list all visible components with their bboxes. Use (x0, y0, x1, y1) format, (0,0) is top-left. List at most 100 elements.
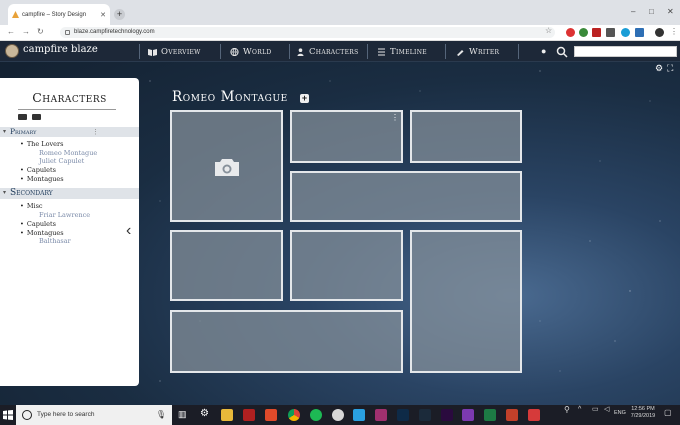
microphone-icon[interactable]: 🎙 (156, 405, 166, 425)
group-header-secondary[interactable]: Secondary (0, 188, 139, 199)
search-input[interactable] (574, 46, 677, 57)
group-menu-icon[interactable]: ⋮ (92, 127, 99, 137)
info-tile[interactable] (410, 230, 522, 373)
taskbar-app-icon[interactable] (462, 409, 474, 421)
url-text: blaze.campfiretechnology.com (74, 29, 155, 35)
account-icon[interactable]: ● (541, 46, 546, 56)
list-item[interactable]: Montagues (20, 175, 64, 183)
people-icon[interactable]: ⚲ (564, 406, 570, 414)
taskbar-app-icon[interactable] (332, 409, 344, 421)
nav-characters[interactable]: Characters (296, 41, 359, 62)
tile-menu-icon[interactable]: ⋮ (391, 113, 399, 122)
nav-writer-label: Writer (469, 46, 500, 57)
info-tile[interactable] (170, 310, 403, 373)
clock-date: 7/29/2019 (630, 413, 656, 419)
list-item[interactable]: Capulets (20, 166, 56, 174)
extension-icon[interactable] (592, 28, 601, 37)
new-tab-button[interactable]: + (114, 9, 125, 20)
nav-divider (220, 44, 221, 59)
add-button[interactable]: + (300, 94, 309, 103)
campfire-favicon-icon (12, 11, 19, 18)
nav-overview[interactable]: Overview (148, 41, 201, 62)
list-item[interactable]: Misc (20, 202, 43, 210)
language-indicator[interactable]: ENG (614, 410, 626, 417)
premiere-icon[interactable] (441, 409, 453, 421)
volume-icon[interactable]: ◁ (604, 406, 609, 413)
info-tile[interactable] (170, 230, 283, 301)
taskbar-search-placeholder: Type here to search (37, 411, 95, 418)
back-icon[interactable]: ← (7, 27, 15, 36)
fullscreen-icon[interactable]: ⛶ (667, 63, 673, 74)
lock-icon (65, 30, 70, 35)
book-icon (148, 48, 157, 56)
extension-icon[interactable] (621, 28, 630, 37)
info-tile[interactable] (410, 110, 522, 163)
notification-icon[interactable]: ▢ (664, 409, 672, 417)
taskbar-search-input[interactable]: Type here to search 🎙 (16, 405, 172, 425)
powerpoint-icon[interactable] (506, 409, 518, 421)
profile-avatar[interactable] (655, 28, 664, 37)
nav-writer[interactable]: Writer (456, 41, 499, 62)
person-icon (297, 47, 304, 56)
extension-icon[interactable] (566, 28, 575, 37)
bookmark-star-icon[interactable]: ☆ (545, 26, 552, 35)
divider (18, 109, 116, 110)
group-label: Primary (10, 127, 37, 136)
character-item[interactable]: Juliet Capulet (39, 157, 84, 165)
sidebar-tool-button[interactable] (32, 114, 41, 120)
chrome-icon[interactable] (288, 409, 300, 421)
close-tab-icon[interactable]: ✕ (100, 11, 106, 19)
group-header-primary[interactable]: Primary ⋮ (0, 127, 139, 137)
settings-gear-icon[interactable]: ⚙ (655, 63, 663, 74)
file-explorer-icon[interactable] (221, 409, 233, 421)
extension-icon[interactable] (635, 28, 644, 37)
windows-start-icon[interactable] (3, 410, 13, 420)
menu-kebab-icon[interactable]: ⋮ (670, 27, 678, 36)
list-item[interactable]: Montagues (20, 229, 64, 237)
tray-chevron-icon[interactable]: ^ (578, 406, 581, 413)
character-item[interactable]: Balthasar (39, 237, 71, 245)
info-tile[interactable] (290, 230, 403, 301)
taskbar-app-icon[interactable] (528, 409, 540, 421)
settings-gear-icon[interactable]: ⚙ (200, 408, 209, 419)
minimize-icon[interactable]: – (631, 7, 635, 16)
nav-divider (139, 44, 140, 59)
character-item[interactable]: Romeo Montague (39, 149, 97, 157)
window-close-icon[interactable]: ✕ (667, 7, 674, 16)
extension-icon[interactable] (606, 28, 615, 37)
search-icon[interactable] (556, 46, 568, 58)
info-tile[interactable]: ⋮ (290, 110, 403, 163)
url-bar[interactable]: blaze.campfiretechnology.com (60, 27, 555, 38)
reload-icon[interactable]: ↻ (37, 27, 44, 36)
camera-icon[interactable] (214, 157, 240, 177)
browser-tab[interactable]: campfire – Story Design ✕ (8, 4, 110, 25)
lightroom-icon[interactable] (419, 409, 431, 421)
spotify-icon[interactable] (310, 409, 322, 421)
nav-divider (289, 44, 290, 59)
task-view-icon[interactable]: ▥ (178, 409, 187, 420)
taskbar-app-icon[interactable] (375, 409, 387, 421)
taskbar-app-icon[interactable] (265, 409, 277, 421)
character-item[interactable]: Friar Lawrence (39, 211, 90, 219)
group-label: Secondary (10, 188, 53, 198)
portrait-tile[interactable] (170, 110, 283, 222)
forward-icon[interactable]: → (22, 27, 30, 36)
network-icon[interactable]: ▭ (592, 406, 599, 413)
list-item[interactable]: The Lovers (20, 140, 64, 148)
sidebar-tool-button[interactable] (18, 114, 27, 120)
list-item[interactable]: Capulets (20, 220, 56, 228)
info-tile[interactable] (290, 171, 522, 222)
excel-icon[interactable] (484, 409, 496, 421)
taskbar-app-icon[interactable] (243, 409, 255, 421)
clock[interactable]: 12:56 PM 7/29/2019 (628, 406, 658, 420)
maximize-icon[interactable]: □ (649, 7, 654, 16)
nav-timeline[interactable]: Timeline (377, 41, 427, 62)
sidebar-title: Characters (32, 90, 107, 105)
extension-icon[interactable] (579, 28, 588, 37)
collapse-sidebar-chevron-icon[interactable]: ‹ (126, 222, 131, 240)
nav-divider (518, 44, 519, 59)
nav-world[interactable]: World (230, 41, 271, 62)
taskbar-app-icon[interactable] (353, 409, 365, 421)
pen-icon (457, 49, 464, 56)
photoshop-icon[interactable] (397, 409, 409, 421)
